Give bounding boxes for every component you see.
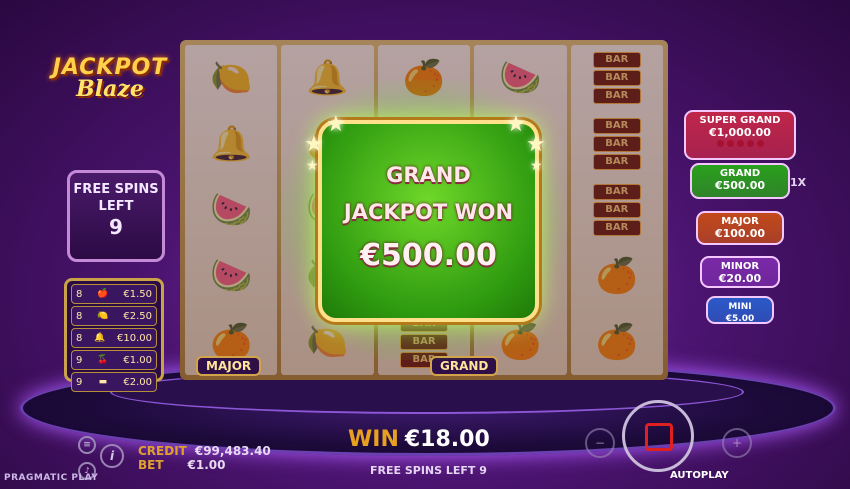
credit-value: €99,483.40 — [194, 444, 271, 458]
credit-label: CREDIT — [138, 444, 187, 458]
jackpot-value: €500.00 — [714, 179, 766, 192]
cherry-icon: 🍒 — [97, 355, 109, 365]
apple-icon: 🍎 — [97, 289, 109, 299]
bet-plus-button[interactable]: + — [722, 428, 752, 458]
bell-icon: 🔔 — [94, 333, 106, 343]
paytable-value: €2.50 — [123, 310, 152, 322]
paytable-count: 9 — [76, 354, 83, 366]
win-display: WIN €18.00 — [348, 427, 490, 452]
game-logo: JACKPOT Blaze — [50, 55, 170, 125]
paytable-row: 9 🍒 €1.00 — [71, 350, 157, 370]
paytable-row: 9 ▬ €2.00 — [71, 372, 157, 392]
paytable-value: €2.00 — [123, 376, 152, 388]
star-icon: ★ — [526, 132, 546, 157]
free-spins-label-1: FREE SPINS — [73, 182, 159, 197]
bet-minus-button[interactable]: − — [585, 428, 615, 458]
free-spins-left-text: FREE SPINS LEFT 9 — [370, 464, 487, 477]
credit-display: CREDIT €99,483.40 BET €1.00 — [138, 444, 271, 472]
paytable: 8 🍎 €1.50 8 🍋 €2.50 8 🔔 €10.00 9 🍒 €1.00… — [64, 278, 164, 392]
free-spins-left-box: FREE SPINS LEFT 9 — [67, 170, 165, 262]
multiplier: 1X — [790, 176, 807, 189]
bet-value: €1.00 — [187, 458, 226, 472]
paytable-row: 8 🍎 €1.50 — [71, 284, 157, 304]
paytable-count: 9 — [76, 376, 83, 388]
jackpot-dots — [686, 140, 794, 147]
free-spins-count: 9 — [109, 215, 123, 239]
info-icon[interactable]: i — [100, 444, 124, 468]
win-panel-amount: €500.00 — [360, 238, 497, 273]
autoplay-button[interactable]: AUTOPLAY — [670, 470, 729, 481]
jackpot-value: €1,000.00 — [709, 126, 771, 139]
jackpot-name: MINI — [728, 302, 752, 312]
menu-icon[interactable]: ≡ — [78, 436, 96, 454]
jackpot-grand: GRAND €500.00 — [690, 163, 790, 199]
win-panel-subtitle: JACKPOT WON — [343, 200, 514, 224]
bet-label: BET — [138, 458, 164, 472]
star-icon: ★ — [506, 112, 526, 137]
star-icon: ★ — [304, 132, 324, 157]
paytable-row: 8 🔔 €10.00 — [71, 328, 157, 348]
star-icon: ★ — [306, 158, 319, 174]
win-label: WIN — [348, 427, 399, 452]
bar-icon: ▬ — [98, 377, 108, 387]
paytable-count: 8 — [76, 310, 83, 322]
jackpot-major: MAJOR €100.00 — [696, 211, 784, 245]
paytable-row: 8 🍋 €2.50 — [71, 306, 157, 326]
paytable-value: €1.00 — [123, 354, 152, 366]
free-spins-label-2: LEFT — [98, 199, 134, 214]
major-tag: MAJOR — [196, 356, 262, 376]
paytable-count: 8 — [76, 332, 83, 344]
jackpot-mini: MINI €5.00 — [706, 296, 774, 324]
win-panel-title: GRAND — [386, 163, 471, 187]
brand-logo: PRAGMATIC PLAY — [4, 473, 99, 483]
lemon-icon: 🍋 — [97, 311, 109, 321]
star-icon: ★ — [530, 158, 543, 174]
spin-button[interactable] — [622, 400, 694, 472]
jackpot-value: €100.00 — [714, 227, 766, 240]
star-icon: ★ — [326, 112, 346, 137]
paytable-value: €1.50 — [123, 288, 152, 300]
stop-icon — [645, 423, 673, 451]
jackpot-value: €20.00 — [718, 272, 762, 285]
jackpot-won-panel: GRAND JACKPOT WON €500.00 — [318, 120, 539, 322]
paytable-value: €10.00 — [117, 332, 152, 344]
jackpot-minor: MINOR €20.00 — [700, 256, 780, 288]
jackpot-super-grand: SUPER GRAND €1,000.00 — [684, 110, 796, 160]
jackpot-value: €5.00 — [725, 314, 755, 324]
paytable-count: 8 — [76, 288, 83, 300]
win-value: €18.00 — [404, 427, 490, 452]
